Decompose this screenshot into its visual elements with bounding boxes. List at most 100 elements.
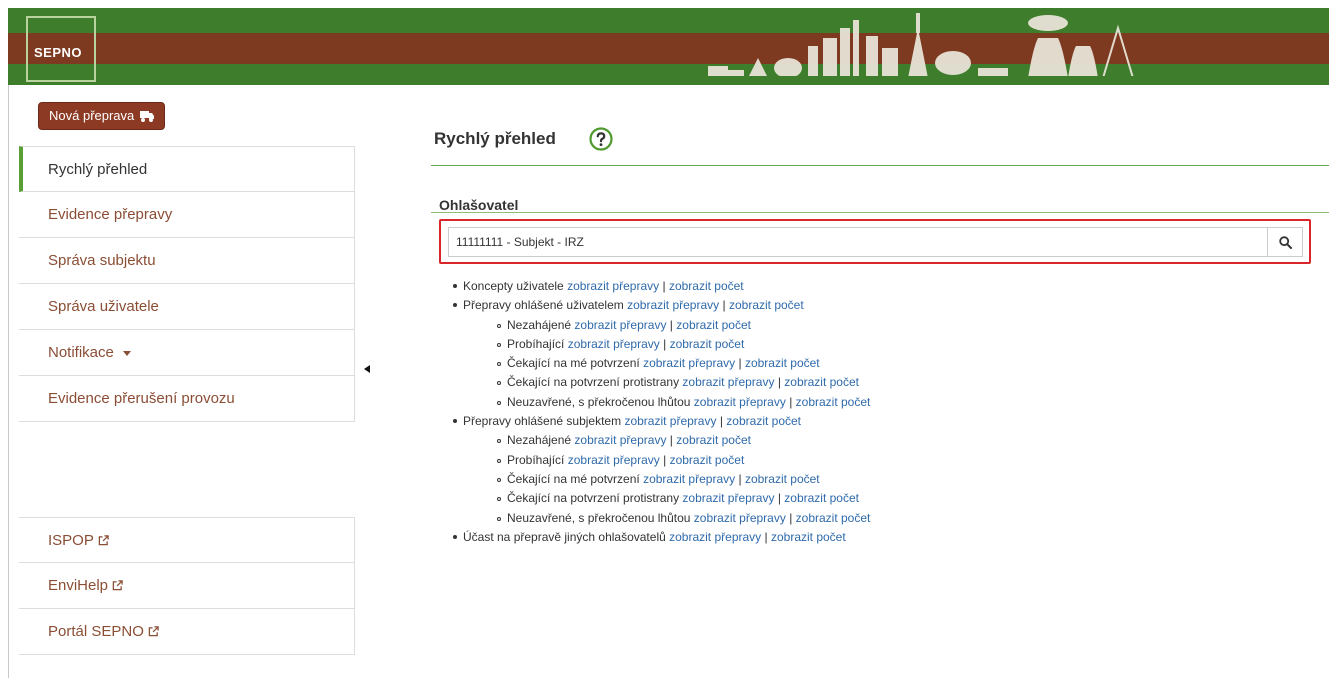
- circle-bullet-icon: [497, 497, 501, 502]
- link-separator: |: [777, 491, 781, 506]
- show-count-link[interactable]: zobrazit počet: [669, 279, 744, 293]
- show-count-link[interactable]: zobrazit počet: [745, 356, 820, 370]
- new-transport-button[interactable]: Nová přeprava: [38, 102, 166, 130]
- circle-bullet-icon: [497, 362, 501, 367]
- logo-text: SEPNO: [34, 45, 83, 60]
- list-item-label: Účast na přepravě jiných ohlašovatelů: [463, 529, 666, 544]
- link-separator: |: [722, 298, 726, 313]
- show-count-link[interactable]: zobrazit počet: [670, 337, 745, 351]
- external-link-label: ISPOP: [48, 532, 94, 549]
- link-separator: |: [719, 414, 723, 429]
- truck-icon: [140, 110, 155, 122]
- bullet-icon: [453, 534, 457, 539]
- list-item: Čekající na mé potvrzení zobrazit přepra…: [453, 356, 870, 375]
- list-item: Přepravy ohlášené uživatelem zobrazit př…: [453, 298, 870, 317]
- search-icon: [1278, 235, 1292, 249]
- show-transports-link[interactable]: zobrazit přepravy: [568, 337, 660, 351]
- list-item-label: Nezahájené: [507, 317, 572, 332]
- show-transports-link[interactable]: zobrazit přepravy: [574, 433, 666, 447]
- sidebar-item-transport-records[interactable]: Evidence přepravy: [19, 192, 355, 238]
- link-separator: |: [662, 279, 666, 293]
- list-item-label: Čekající na mé potvrzení: [507, 356, 640, 371]
- show-transports-link[interactable]: zobrazit přepravy: [643, 472, 735, 486]
- show-count-link[interactable]: zobrazit počet: [796, 511, 871, 525]
- show-transports-link[interactable]: zobrazit přepravy: [669, 530, 761, 544]
- show-count-link[interactable]: zobrazit počet: [796, 395, 871, 409]
- sidebar-item-label: Správa uživatele: [48, 298, 159, 315]
- show-transports-link[interactable]: zobrazit přepravy: [682, 375, 774, 389]
- show-count-link[interactable]: zobrazit počet: [676, 433, 751, 447]
- show-count-link[interactable]: zobrazit počet: [745, 472, 820, 486]
- show-transports-link[interactable]: zobrazit přepravy: [627, 298, 719, 312]
- bullet-icon: [453, 303, 457, 308]
- list-item: Čekající na potvrzení protistrany zobraz…: [453, 491, 870, 510]
- link-separator: |: [669, 433, 673, 448]
- page-title: Rychlý přehled: [434, 129, 556, 148]
- search-button[interactable]: [1267, 227, 1303, 257]
- show-transports-link[interactable]: zobrazit přepravy: [568, 453, 660, 467]
- show-transports-link[interactable]: zobrazit přepravy: [694, 395, 786, 409]
- list-item-label: Koncepty uživatele: [463, 279, 564, 293]
- link-separator: |: [764, 529, 768, 544]
- link-separator: |: [663, 452, 667, 467]
- show-count-link[interactable]: zobrazit počet: [784, 375, 859, 389]
- sidebar-item-label: Notifikace: [48, 344, 114, 361]
- list-item-label: Probíhající: [507, 452, 565, 467]
- show-transports-link[interactable]: zobrazit přepravy: [574, 318, 666, 332]
- list-item-label: Čekající na potvrzení protistrany: [507, 375, 680, 390]
- show-transports-link[interactable]: zobrazit přepravy: [624, 414, 716, 428]
- show-count-link[interactable]: zobrazit počet: [771, 530, 846, 544]
- sidebar-item-subject-management[interactable]: Správa subjektu: [19, 238, 355, 284]
- show-count-link[interactable]: zobrazit počet: [784, 491, 859, 505]
- external-link-icon: [98, 535, 109, 546]
- list-item: Nezahájené zobrazit přepravy | zobrazit …: [453, 318, 870, 337]
- show-transports-link[interactable]: zobrazit přepravy: [694, 511, 786, 525]
- list-item: Přepravy ohlášené subjektem zobrazit pře…: [453, 414, 870, 433]
- show-transports-link[interactable]: zobrazit přepravy: [682, 491, 774, 505]
- section-divider: [431, 212, 1329, 213]
- sidebar-item-operation-interruption[interactable]: Evidence přerušení provozu: [19, 376, 355, 422]
- sidebar-item-notifications[interactable]: Notifikace: [19, 330, 355, 376]
- show-transports-link[interactable]: zobrazit přepravy: [567, 279, 659, 293]
- page-left-border: [8, 85, 9, 678]
- collapse-sidebar-icon[interactable]: [364, 365, 370, 373]
- sidebar-item-quick-overview[interactable]: Rychlý přehled: [19, 146, 355, 192]
- list-item: Čekající na potvrzení protistrany zobraz…: [453, 375, 870, 394]
- bullet-icon: [453, 284, 457, 288]
- help-icon[interactable]: [589, 127, 613, 151]
- sidebar-external-links: ISPOP EnviHelp Portál SEPNO: [19, 517, 355, 655]
- external-link-icon: [148, 626, 159, 637]
- show-count-link[interactable]: zobrazit počet: [676, 318, 751, 332]
- list-item: Koncepty uživatele zobrazit přepravy | z…: [453, 279, 870, 298]
- external-link-portal-sepno[interactable]: Portál SEPNO: [19, 609, 355, 655]
- show-transports-link[interactable]: zobrazit přepravy: [643, 356, 735, 370]
- list-item-label: Čekající na mé potvrzení: [507, 471, 640, 486]
- sepno-logo[interactable]: SEPNO: [26, 16, 96, 82]
- sidebar-nav: Rychlý přehled Evidence přepravy Správa …: [19, 146, 355, 422]
- show-count-link[interactable]: zobrazit počet: [670, 453, 745, 467]
- show-count-link[interactable]: zobrazit počet: [726, 414, 801, 428]
- sidebar-item-user-management[interactable]: Správa uživatele: [19, 284, 355, 330]
- reporter-search-input[interactable]: [448, 227, 1268, 257]
- external-link-ispop[interactable]: ISPOP: [19, 517, 355, 563]
- header-banner: SEPNO: [8, 8, 1329, 85]
- list-item: Nezahájené zobrazit přepravy | zobrazit …: [453, 433, 870, 452]
- caret-down-icon: [123, 350, 132, 356]
- list-item-label: Neuzavřené, s překročenou lhůtou: [507, 510, 691, 525]
- link-separator: |: [789, 510, 793, 525]
- external-link-label: EnviHelp: [48, 577, 109, 594]
- sidebar-item-label: Rychlý přehled: [48, 161, 148, 178]
- list-item-label: Čekající na potvrzení protistrany: [507, 491, 680, 506]
- list-item-label: Přepravy ohlášené uživatelem: [463, 298, 624, 313]
- sidebar-item-label: Správa subjektu: [48, 252, 156, 269]
- link-separator: |: [669, 317, 673, 332]
- link-separator: |: [663, 336, 667, 351]
- list-item: Čekající na mé potvrzení zobrazit přepra…: [453, 472, 870, 491]
- external-link-envihelp[interactable]: EnviHelp: [19, 563, 355, 609]
- sidebar-item-label: Evidence přerušení provozu: [48, 390, 235, 407]
- show-count-link[interactable]: zobrazit počet: [729, 298, 804, 312]
- link-separator: |: [738, 471, 742, 486]
- link-separator: |: [738, 356, 742, 371]
- title-divider: [431, 165, 1329, 166]
- section-title-reporter: Ohlašovatel: [439, 197, 519, 213]
